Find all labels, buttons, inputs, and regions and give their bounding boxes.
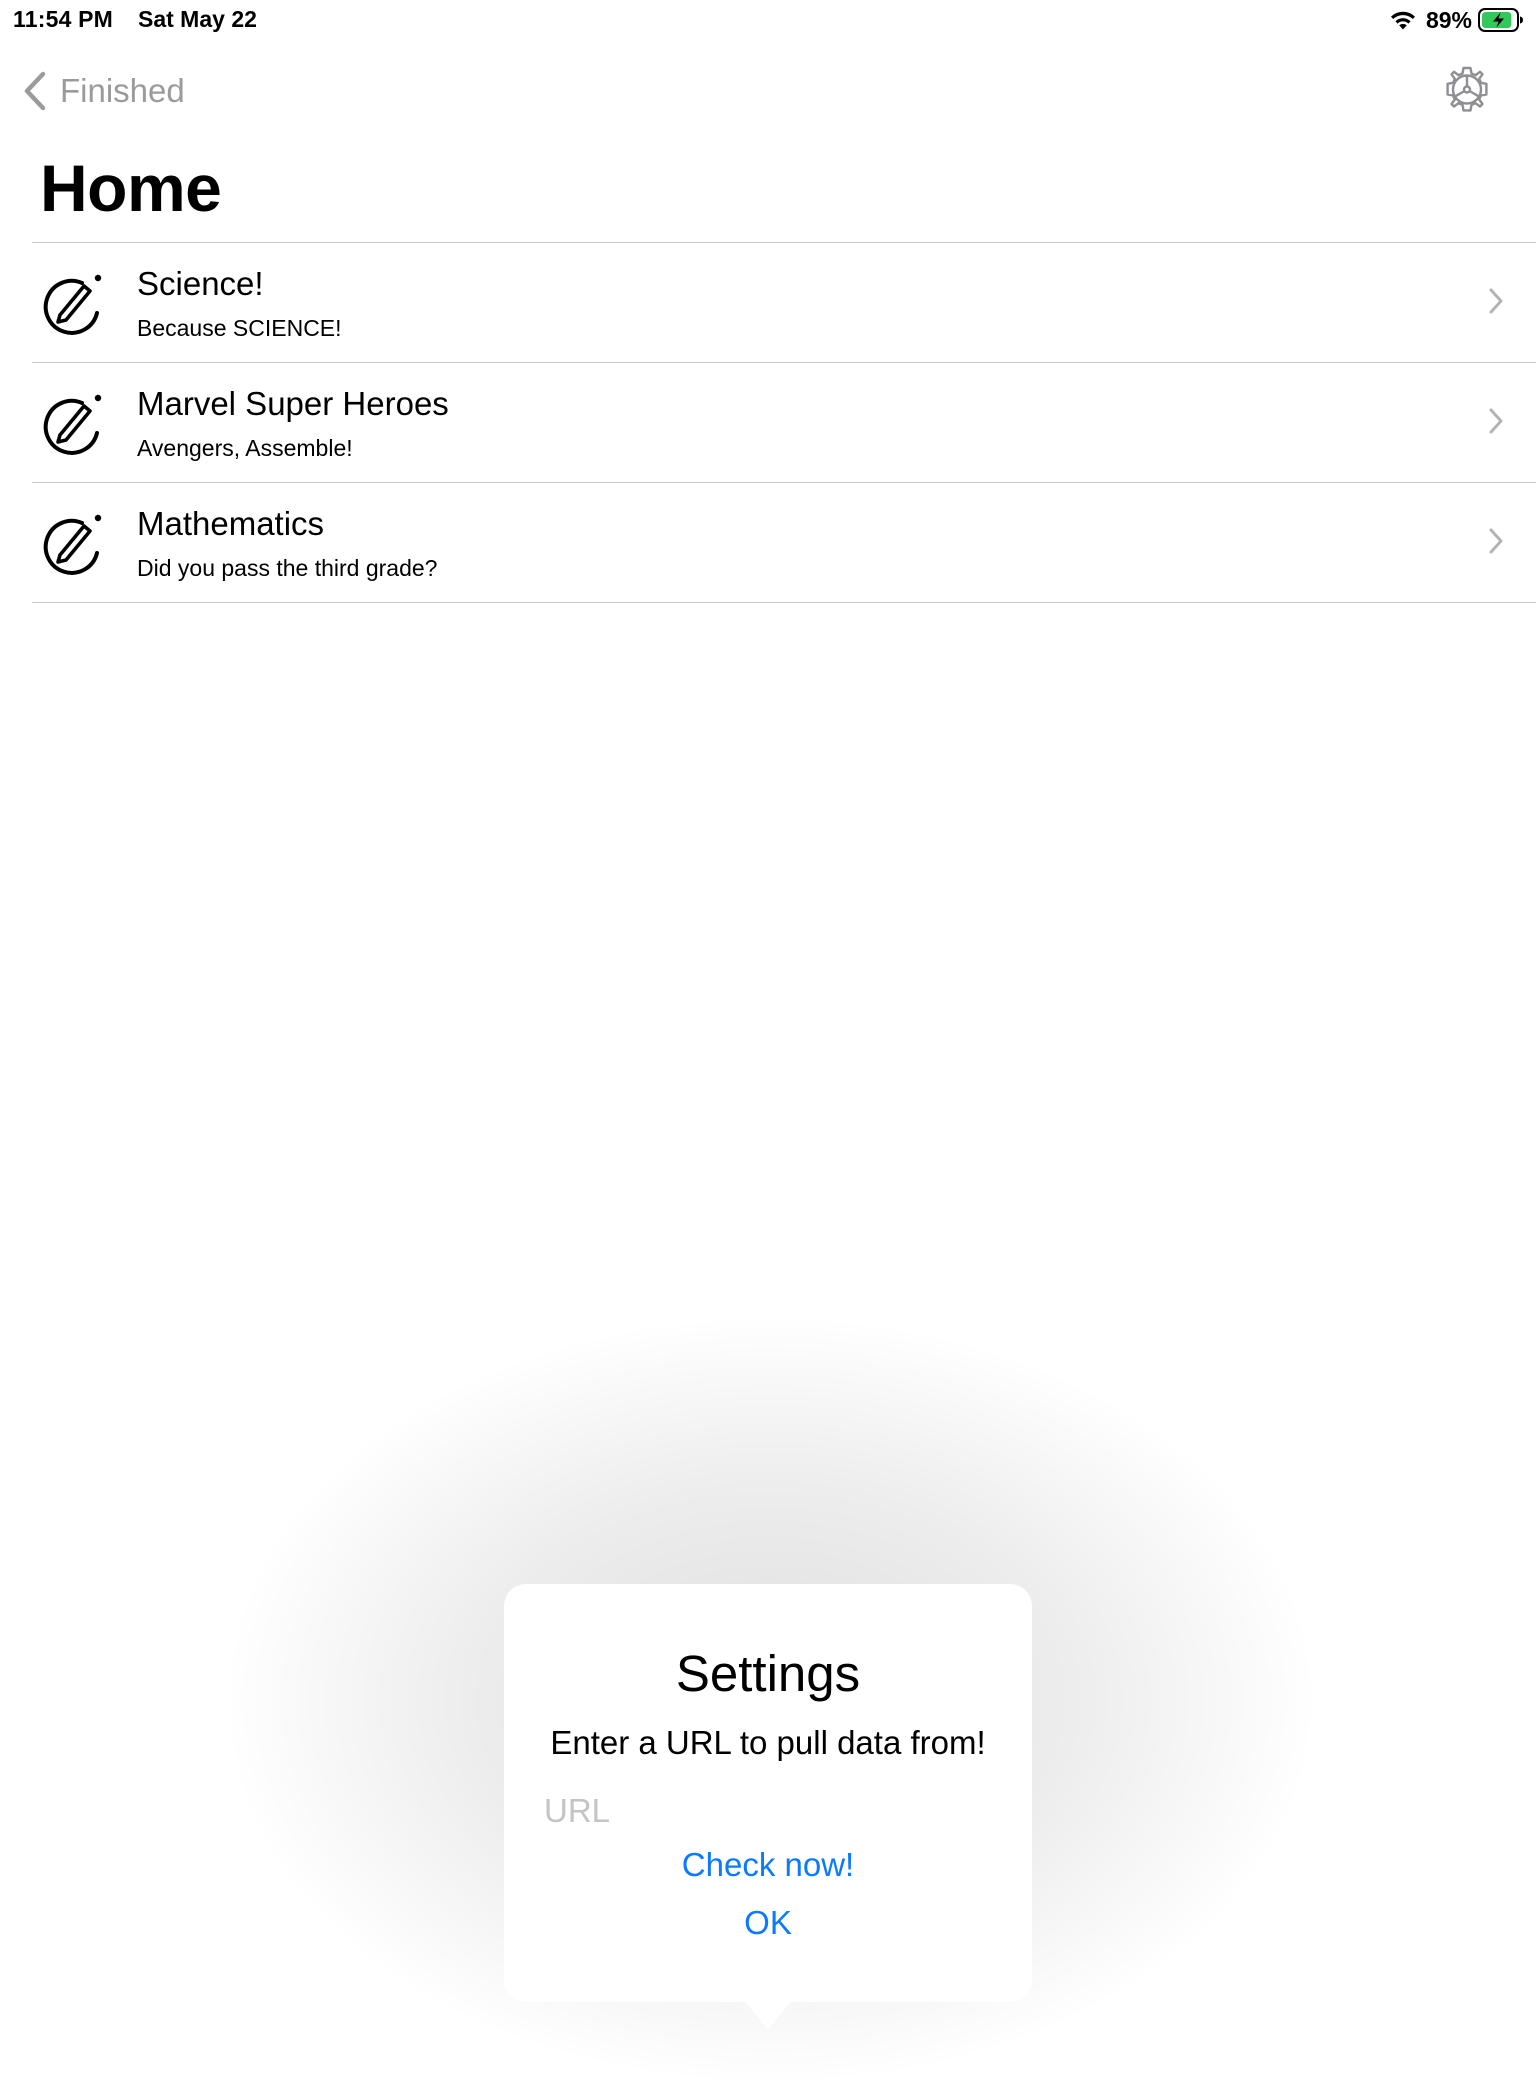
status-bar: 11:54 PM Sat May 22 89% [0,0,1536,40]
wifi-icon [1390,11,1415,30]
pencil-circle-icon [36,507,108,579]
settings-button[interactable] [1440,64,1494,118]
chevron-right-icon [1488,287,1504,315]
topic-title: Mathematics [137,505,325,542]
popover-arrow [744,2000,792,2030]
battery-percent: 89% [1425,6,1472,33]
list-item[interactable]: Marvel Super Heroes Avengers, Assemble! [32,363,1536,483]
status-time: 11:54 PM [13,6,114,32]
ok-button[interactable]: OK [504,1904,1032,1942]
check-now-button[interactable]: Check now! [504,1846,1032,1884]
topic-title: Marvel Super Heroes [137,385,449,422]
url-input[interactable] [544,1788,992,1834]
popover-title: Settings [675,1645,861,1702]
battery-charging-icon [1478,8,1523,32]
topic-list: Science! Because SCIENCE! Marvel Super H… [32,242,1536,603]
pencil-circle-icon [36,387,108,459]
gear-icon [1446,66,1488,112]
page-title: Home [40,151,222,225]
back-button-label: Finished [60,72,185,109]
chevron-right-icon [1488,407,1504,435]
chevron-right-icon [1488,527,1504,555]
settings-popover: Settings Enter a URL to pull data from! … [504,1584,1032,2002]
chevron-left-icon [24,71,46,111]
status-indicators: 89% [1388,6,1524,34]
topic-title: Science! [137,265,264,302]
topic-subtitle: Did you pass the third grade? [137,555,438,581]
list-item[interactable]: Mathematics Did you pass the third grade… [32,483,1536,603]
topic-subtitle: Avengers, Assemble! [137,435,353,461]
topic-subtitle: Because SCIENCE! [137,315,342,341]
pencil-circle-icon [36,267,108,339]
status-date: Sat May 22 [138,6,257,32]
popover-message: Enter a URL to pull data from! [550,1724,986,1761]
list-item[interactable]: Science! Because SCIENCE! [32,243,1536,363]
back-button[interactable]: Finished [22,68,185,114]
